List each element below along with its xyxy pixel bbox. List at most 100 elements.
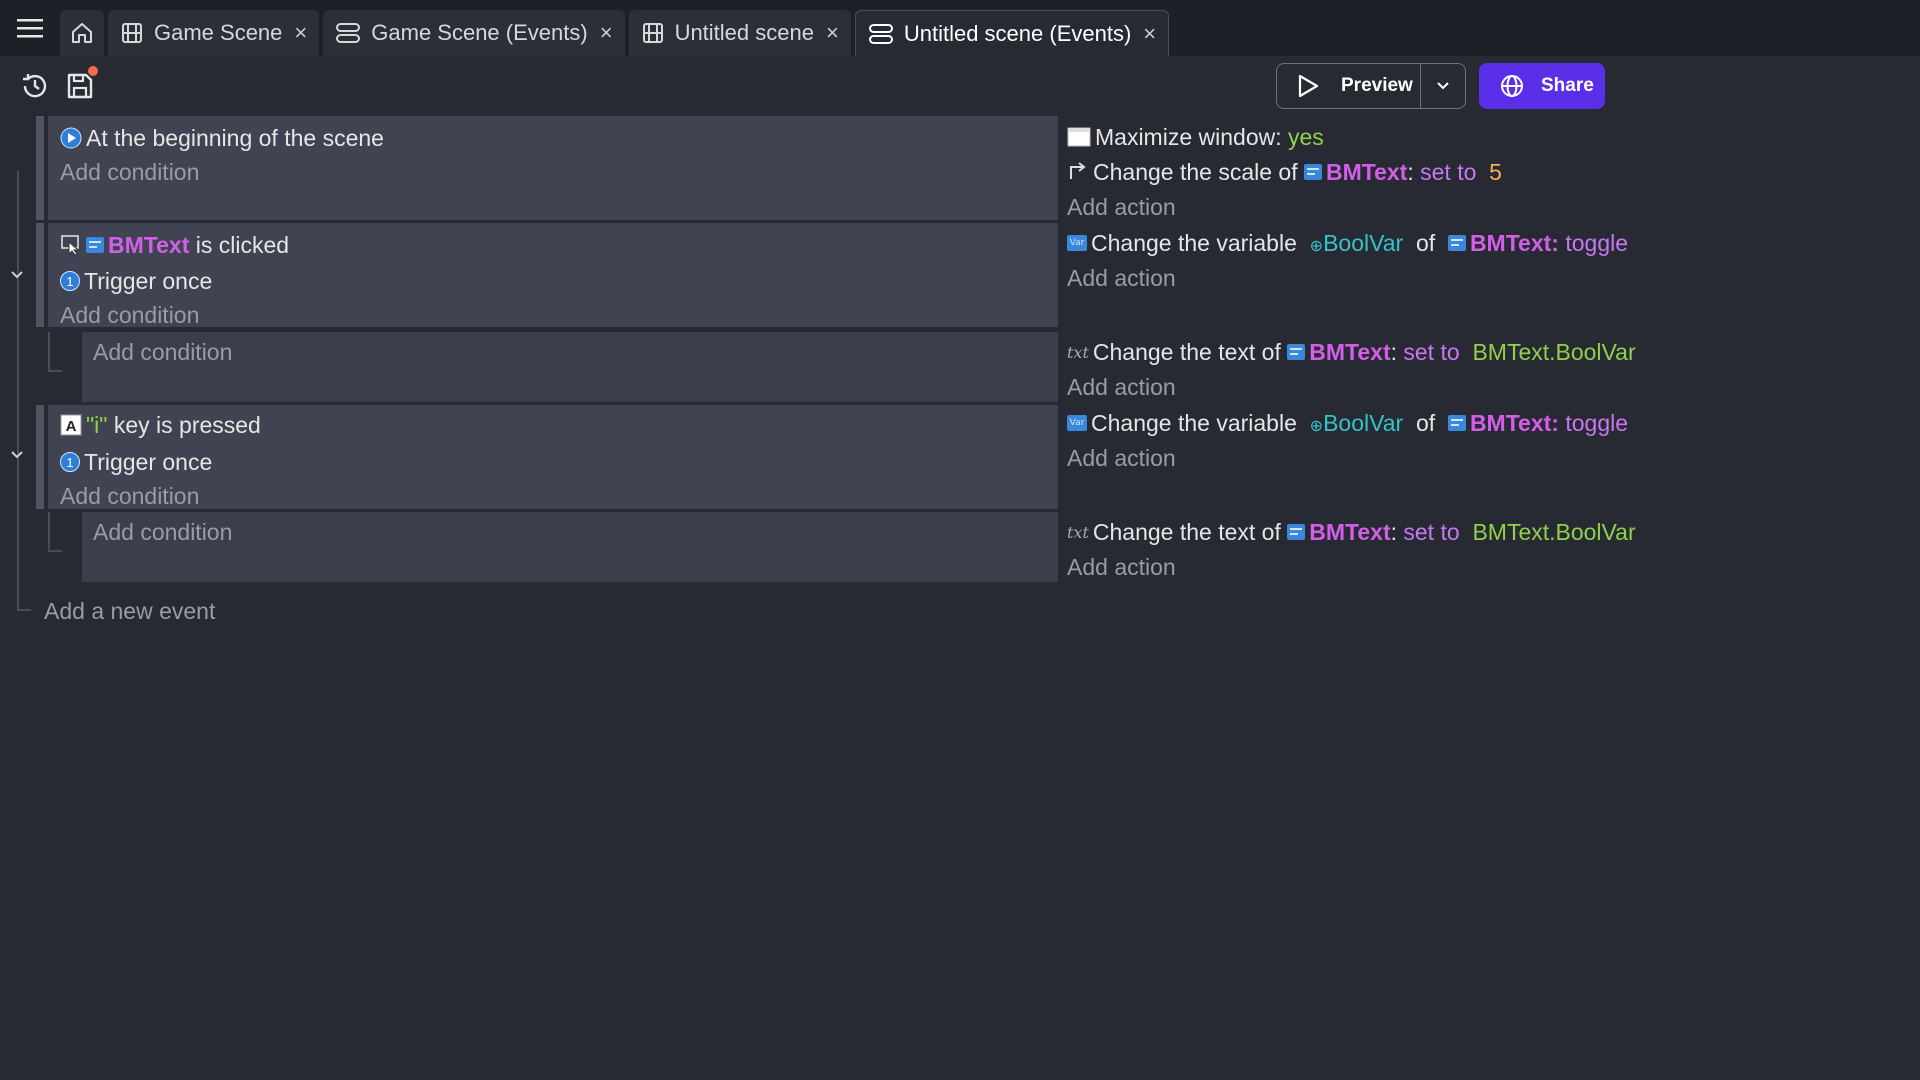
preview-dropdown-button[interactable] [1420, 64, 1465, 108]
add-action-link[interactable]: Add action [1067, 550, 1176, 584]
event-sheet: At the beginning of the scene Add condit… [0, 116, 1920, 1080]
condition-scene-start[interactable]: At the beginning of the scene [60, 121, 384, 155]
colon: : [1390, 338, 1397, 365]
share-label: Share [1541, 75, 1594, 96]
close-icon[interactable]: × [1143, 21, 1156, 47]
event-handle[interactable] [36, 405, 44, 509]
event-handle[interactable] [36, 116, 44, 220]
preview-button[interactable]: Preview [1277, 64, 1420, 108]
key-name: "i" [86, 411, 108, 438]
action-change-scale[interactable]: Change the scale of BMText: set to 5 [1067, 155, 1502, 189]
trigger-once-icon: 1 [60, 271, 80, 291]
action-change-text[interactable]: txt Change the text of BMText: set to BM… [1067, 335, 1636, 369]
operator: set to [1403, 338, 1460, 365]
object-name: BMText [1469, 409, 1552, 436]
history-icon[interactable] [17, 68, 53, 104]
tab-game-scene-events[interactable]: Game Scene (Events) × [323, 10, 625, 56]
bitmap-text-icon [1287, 524, 1306, 540]
preview-label: Preview [1341, 75, 1413, 96]
variable-link-icon: ⊕ [1309, 237, 1324, 255]
colon: : [1407, 158, 1414, 185]
add-condition-link[interactable]: Add condition [60, 298, 199, 332]
tab-untitled-scene[interactable]: Untitled scene × [628, 10, 851, 56]
operator: toggle [1565, 229, 1629, 256]
action-change-text[interactable]: txt Change the text of BMText: set to BM… [1067, 515, 1636, 549]
variable-icon: Var [1067, 415, 1087, 431]
action-text: Change the text of [1092, 338, 1281, 365]
event-handle[interactable] [36, 223, 44, 327]
unsaved-indicator [88, 66, 98, 76]
share-button[interactable]: Share [1479, 63, 1605, 109]
condition-text: is clicked [195, 231, 290, 258]
scale-icon [1067, 161, 1089, 183]
bitmap-text-icon [1287, 344, 1306, 360]
chevron-down-icon [1436, 81, 1450, 91]
add-condition-link[interactable]: Add condition [93, 515, 232, 549]
tab-label: Untitled scene [674, 20, 814, 45]
text-icon: txt [1067, 342, 1089, 362]
events-icon [335, 21, 361, 45]
bitmap-text-icon [1447, 235, 1466, 251]
add-condition-link[interactable]: Add condition [60, 479, 199, 513]
colon: : [1390, 518, 1397, 545]
colon: : [1551, 229, 1559, 256]
action-value: BMText.BoolVar [1472, 518, 1636, 545]
close-icon[interactable]: × [294, 20, 307, 46]
add-condition-link[interactable]: Add condition [93, 335, 232, 369]
tab-label: Game Scene (Events) [371, 20, 588, 45]
colon: : [1551, 409, 1559, 436]
close-icon[interactable]: × [826, 20, 839, 46]
tab-label: Untitled scene (Events) [903, 20, 1132, 46]
action-change-variable[interactable]: Var Change the variable ⊕BoolVar of BMTe… [1067, 226, 1628, 260]
condition-key-pressed[interactable]: A "i" key is pressed [60, 408, 261, 442]
collapse-toggle[interactable] [10, 448, 24, 462]
condition-trigger-once[interactable]: 1 Trigger once [60, 445, 212, 479]
operator: set to [1420, 158, 1477, 185]
object-name: BMText [108, 231, 190, 258]
tab-untitled-scene-events[interactable]: Untitled scene (Events) × [854, 10, 1170, 56]
add-action-link[interactable]: Add action [1067, 441, 1176, 475]
object-name: BMText [1469, 229, 1552, 256]
action-text: Maximize window: [1095, 123, 1282, 150]
scene-start-icon [60, 127, 82, 149]
text-icon: txt [1067, 522, 1089, 542]
tab-home[interactable] [60, 10, 104, 56]
condition-text: Trigger once [84, 267, 213, 294]
action-value: yes [1288, 123, 1324, 150]
preview-group: Preview [1276, 63, 1466, 109]
object-name: BMText [1325, 158, 1408, 185]
add-action-link[interactable]: Add action [1067, 261, 1176, 295]
bitmap-text-icon [1303, 164, 1322, 180]
condition-text: key is pressed [113, 411, 261, 438]
trigger-once-icon: 1 [60, 452, 80, 472]
variable-tag: ⊕BoolVar [1310, 410, 1404, 437]
tab-game-scene[interactable]: Game Scene × [108, 10, 320, 56]
add-action-link[interactable]: Add action [1067, 190, 1176, 224]
condition-object-clicked[interactable]: BMText is clicked [60, 228, 289, 262]
globe-icon [1499, 73, 1541, 99]
tree-line [48, 370, 62, 372]
action-text: Change the text of [1092, 518, 1281, 545]
chevron-down-icon [11, 271, 23, 279]
of-text: of [1415, 409, 1436, 436]
hamburger-menu-icon[interactable] [0, 0, 60, 56]
chevron-down-icon [11, 451, 23, 459]
variable-link-icon: ⊕ [1309, 417, 1324, 435]
svg-text:A: A [66, 418, 77, 435]
events-icon [868, 22, 894, 46]
bitmap-text-icon [1447, 415, 1466, 431]
add-new-event-link[interactable]: Add a new event [44, 594, 215, 628]
action-text: Change the variable [1091, 229, 1297, 256]
play-icon [1297, 74, 1341, 98]
collapse-toggle[interactable] [10, 268, 24, 282]
save-icon[interactable] [62, 66, 98, 104]
action-change-variable[interactable]: Var Change the variable ⊕BoolVar of BMTe… [1067, 406, 1628, 440]
close-icon[interactable]: × [600, 20, 613, 46]
add-condition-link[interactable]: Add condition [60, 155, 199, 189]
toolbar: Preview Share [0, 56, 1920, 116]
operator: set to [1403, 518, 1460, 545]
condition-trigger-once[interactable]: 1 Trigger once [60, 264, 212, 298]
tree-line [48, 512, 50, 552]
action-maximize-window[interactable]: Maximize window: yes [1067, 120, 1324, 154]
add-action-link[interactable]: Add action [1067, 370, 1176, 404]
